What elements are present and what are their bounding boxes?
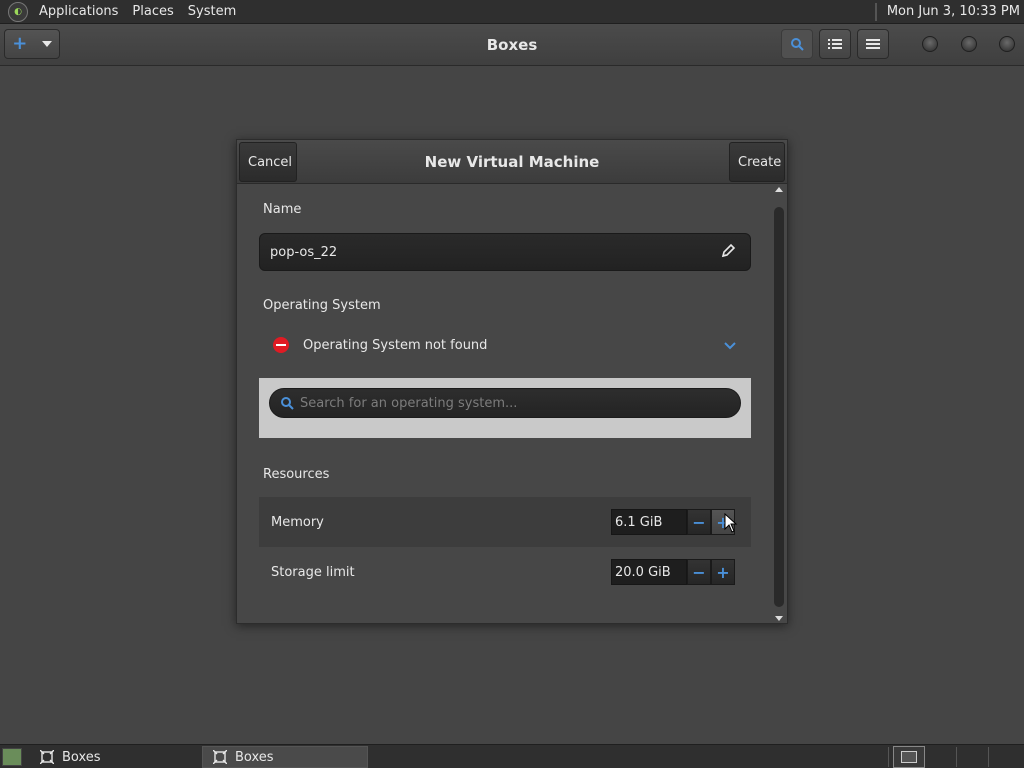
boxes-app-icon: [213, 750, 227, 764]
memory-input[interactable]: [611, 509, 687, 535]
pencil-icon[interactable]: [720, 243, 736, 259]
menu-places[interactable]: Places: [125, 0, 180, 24]
scroll-down-arrow-icon[interactable]: [775, 616, 783, 621]
panel-separator: [874, 2, 877, 21]
scroll-up-arrow-icon[interactable]: [775, 187, 783, 192]
memory-spinner: − +: [611, 509, 735, 535]
storage-input[interactable]: [611, 559, 687, 585]
distro-logo-icon[interactable]: ◐: [8, 1, 28, 22]
memory-decrease-button[interactable]: −: [687, 509, 711, 535]
workspace-1[interactable]: [901, 751, 917, 763]
chevron-down-icon[interactable]: [723, 339, 737, 353]
maximize-button[interactable]: [961, 36, 977, 52]
error-icon: [273, 337, 289, 353]
separator: [988, 747, 989, 767]
boxes-app-icon: [40, 750, 54, 764]
name-entry[interactable]: [259, 233, 751, 271]
dialog-content: Name Operating System Operating System n…: [237, 185, 771, 623]
name-label: Name: [263, 202, 302, 217]
workspace-switcher[interactable]: [893, 746, 925, 768]
list-view-icon: [828, 39, 842, 49]
os-search-input[interactable]: [300, 395, 720, 411]
storage-label: Storage limit: [271, 564, 355, 580]
search-icon: [281, 397, 294, 410]
minimize-button[interactable]: [922, 36, 938, 52]
new-box-button[interactable]: +: [4, 29, 60, 59]
plus-icon: +: [12, 33, 28, 54]
scrollbar[interactable]: [773, 185, 785, 623]
top-panel: ◐ Applications Places System Mon Jun 3, …: [0, 0, 1024, 24]
bottom-panel: Boxes Boxes: [0, 744, 1024, 768]
scroll-thumb[interactable]: [774, 207, 784, 607]
taskbar-item-boxes-active[interactable]: Boxes: [202, 746, 368, 768]
cancel-button[interactable]: Cancel: [239, 142, 297, 182]
list-view-button[interactable]: [819, 29, 851, 59]
name-input[interactable]: [270, 244, 690, 260]
dialog-title: New Virtual Machine: [424, 153, 600, 171]
os-search-entry[interactable]: [269, 388, 741, 418]
caret-down-icon: [41, 41, 52, 47]
separator: [888, 747, 889, 767]
hamburger-menu-icon: [866, 39, 880, 49]
os-search-area: [259, 378, 751, 438]
show-desktop-icon[interactable]: [2, 748, 22, 766]
taskbar-item-label: Boxes: [62, 749, 101, 765]
separator: [956, 747, 957, 767]
storage-decrease-button[interactable]: −: [687, 559, 711, 585]
menu-applications[interactable]: Applications: [32, 0, 125, 24]
storage-spinner: − +: [611, 559, 735, 585]
search-button[interactable]: [781, 29, 813, 59]
storage-row: Storage limit − +: [259, 547, 751, 597]
resources-label: Resources: [263, 467, 330, 482]
os-selector[interactable]: Operating System not found: [259, 337, 751, 353]
main-menu-button[interactable]: [857, 29, 889, 59]
os-status: Operating System not found: [303, 337, 488, 353]
new-vm-dialog: Cancel New Virtual Machine Create Name O…: [236, 139, 788, 624]
menu-system[interactable]: System: [181, 0, 243, 24]
dialog-header: Cancel New Virtual Machine Create: [237, 140, 787, 184]
search-icon: [791, 38, 804, 51]
mouse-cursor-icon: [724, 513, 738, 533]
memory-row: Memory − +: [259, 497, 751, 547]
close-button[interactable]: [999, 36, 1015, 52]
create-button[interactable]: Create: [729, 142, 785, 182]
taskbar-item-boxes[interactable]: Boxes: [30, 746, 196, 768]
header-bar: + Boxes: [0, 24, 1024, 66]
os-label: Operating System: [263, 298, 381, 313]
memory-label: Memory: [271, 514, 324, 530]
taskbar-item-label: Boxes: [235, 749, 274, 765]
clock[interactable]: Mon Jun 3, 10:33 PM: [887, 4, 1020, 19]
storage-increase-button[interactable]: +: [711, 559, 735, 585]
